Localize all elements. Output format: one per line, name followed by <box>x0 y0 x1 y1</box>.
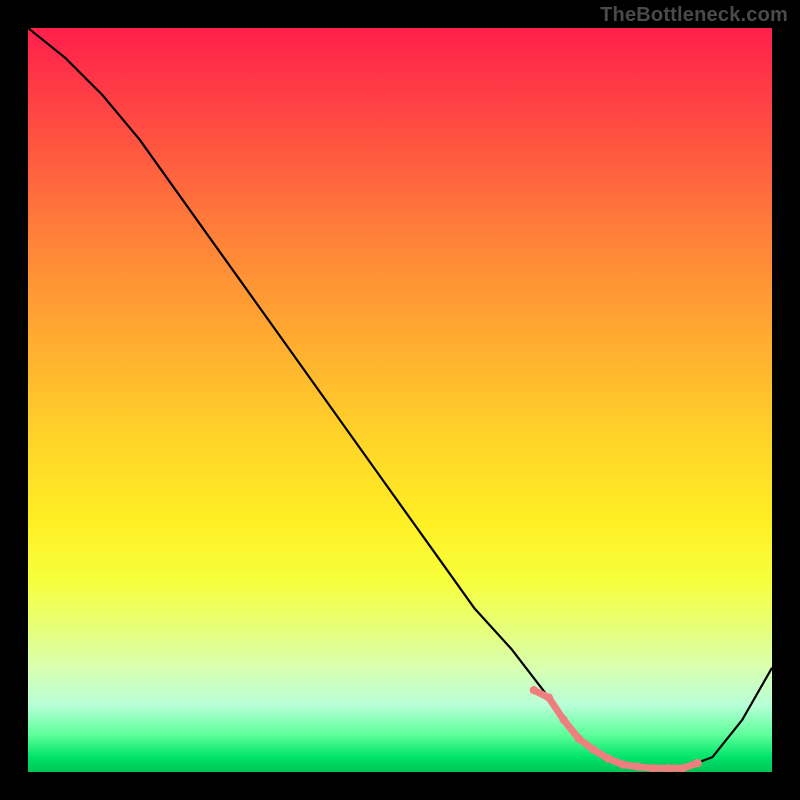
highlight-dot <box>560 716 568 724</box>
watermark-text: TheBottleneck.com <box>600 4 788 27</box>
curve-layer <box>28 28 772 772</box>
highlight-dot <box>604 754 612 762</box>
highlight-segment <box>530 686 702 772</box>
highlight-dot <box>530 686 538 694</box>
highlight-dot <box>619 760 627 768</box>
highlight-dot <box>589 746 597 754</box>
highlight-dot <box>545 693 553 701</box>
highlight-dot <box>574 734 582 742</box>
highlight-dot <box>634 763 642 771</box>
highlight-dot <box>693 759 701 767</box>
plot-area <box>28 28 772 772</box>
chart-frame: TheBottleneck.com <box>0 0 800 800</box>
bottleneck-curve-path <box>28 28 772 768</box>
highlight-path <box>534 690 698 768</box>
